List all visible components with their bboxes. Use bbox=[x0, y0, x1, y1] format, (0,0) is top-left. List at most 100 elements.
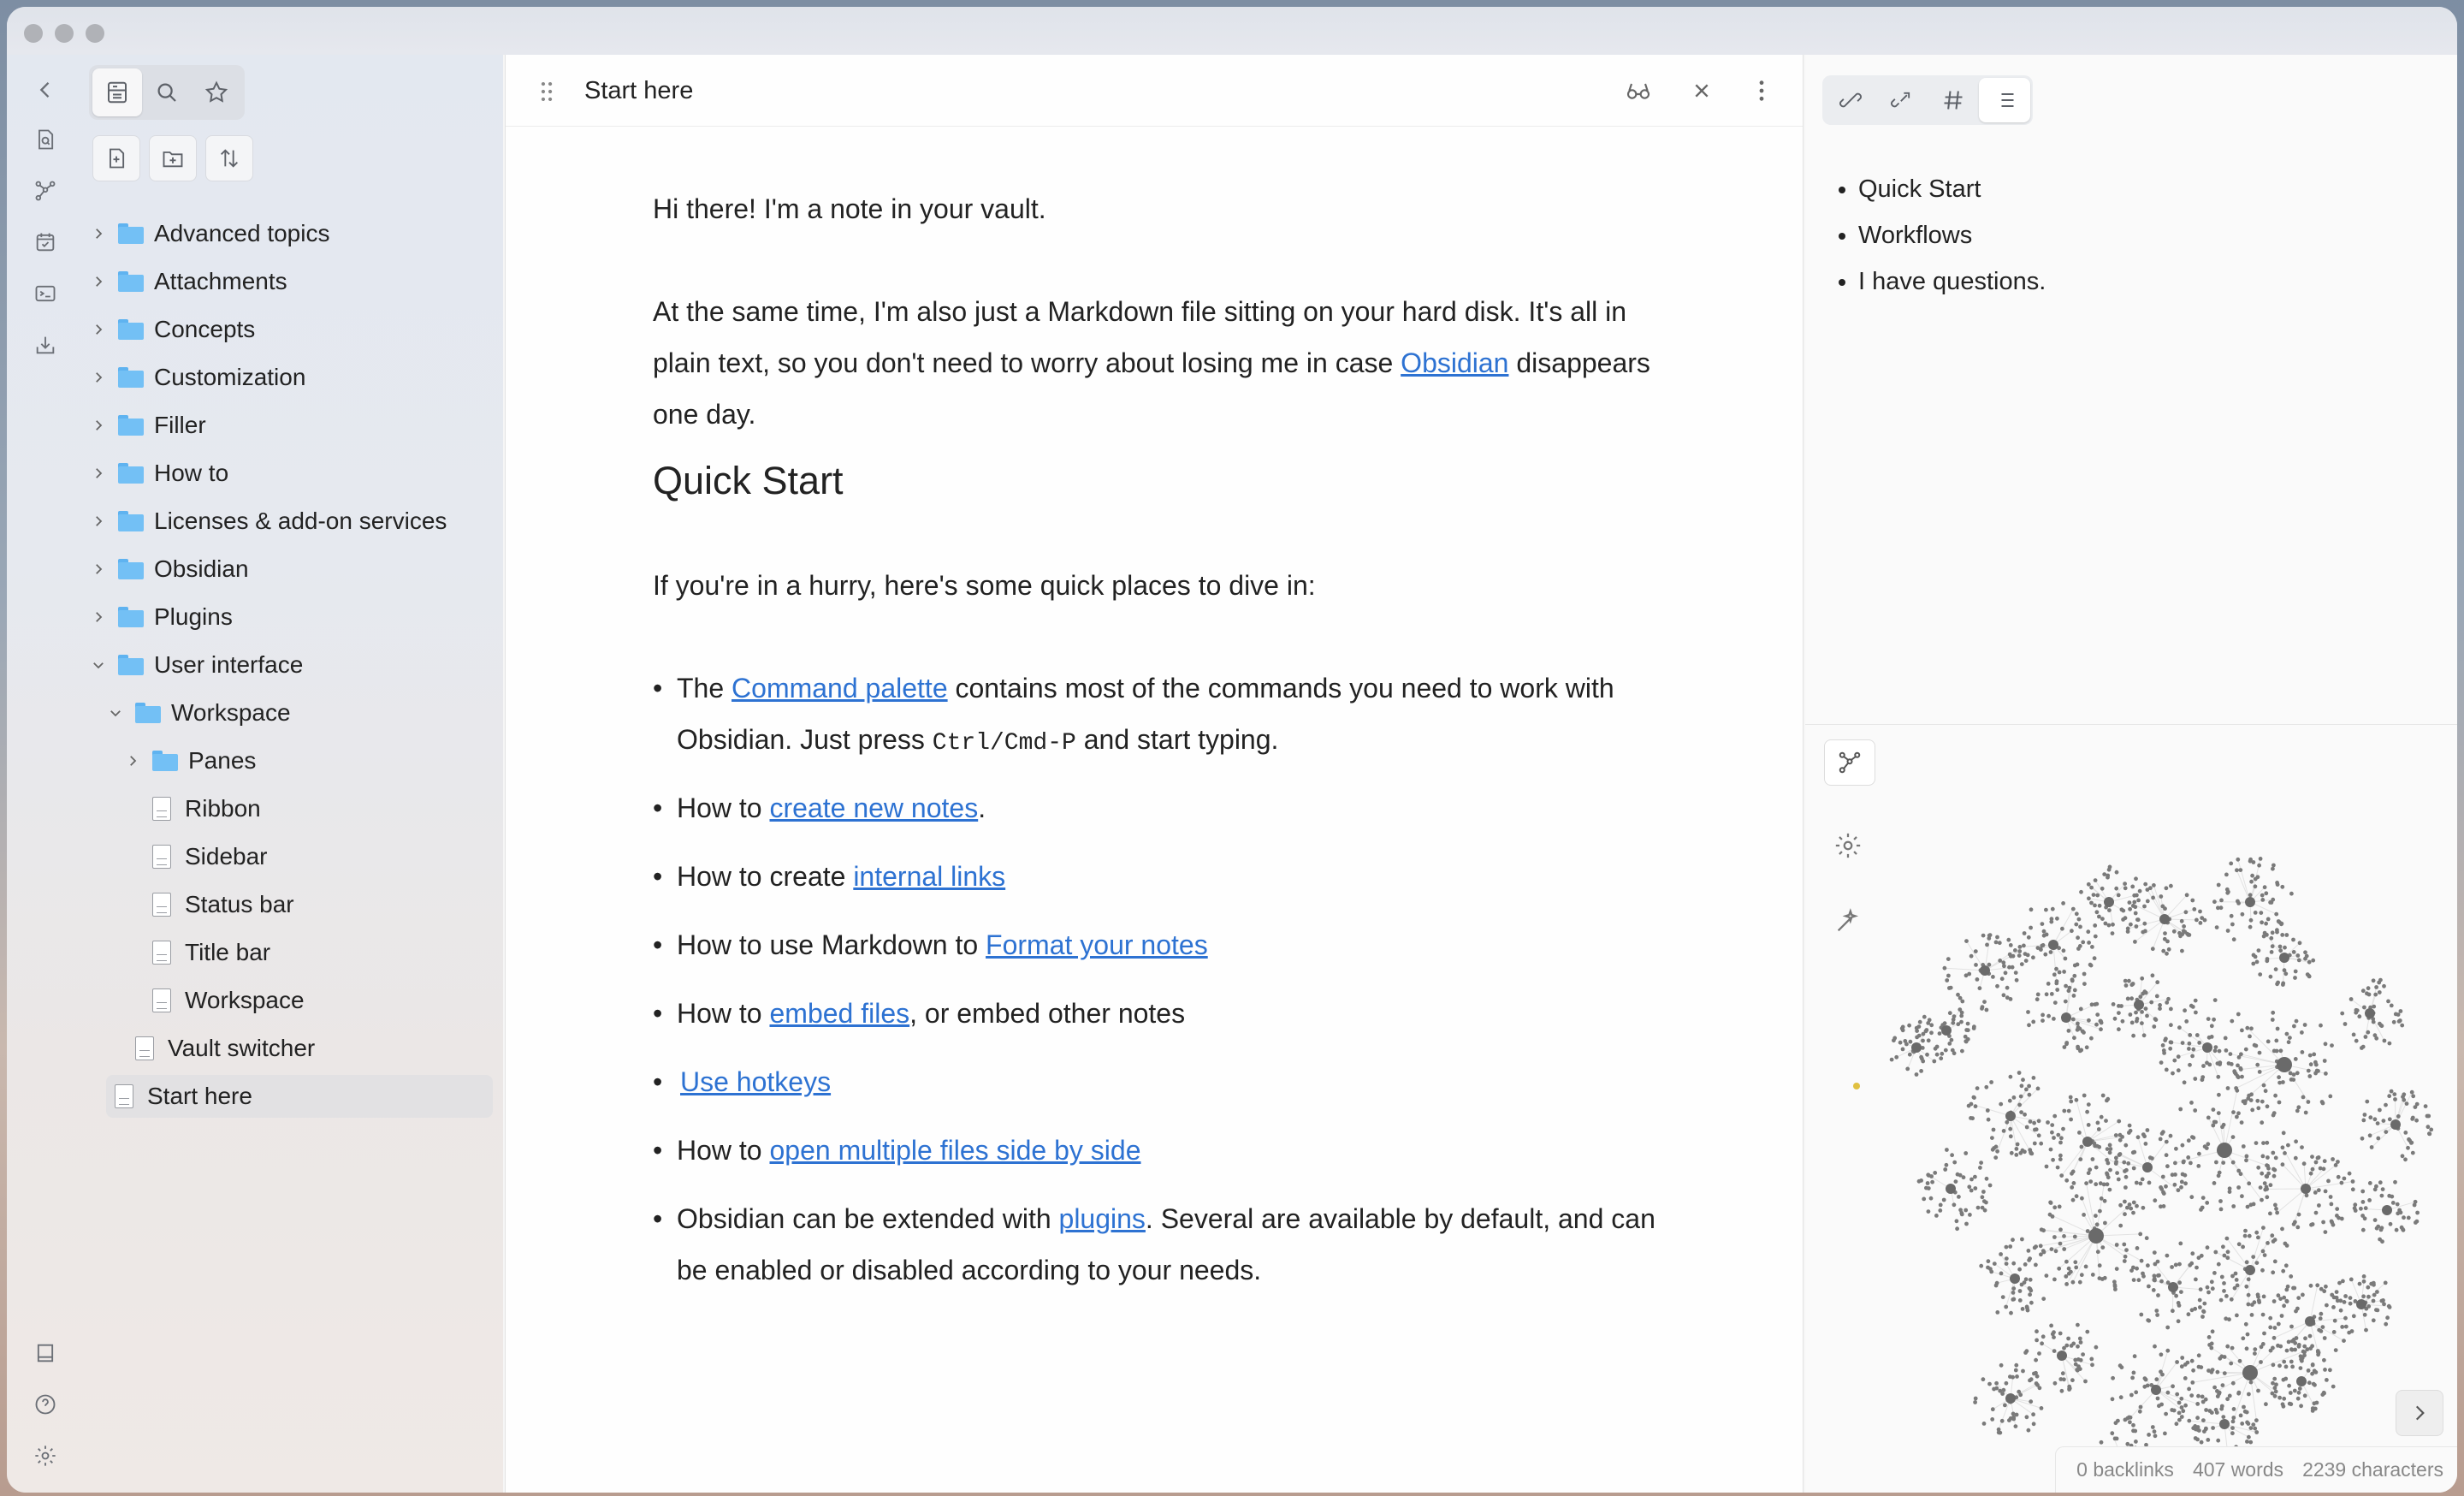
ribbon bbox=[7, 55, 82, 1493]
folder-icon bbox=[118, 319, 144, 340]
command-palette-link[interactable]: Command palette bbox=[732, 673, 948, 703]
app-window: Advanced topics Attachments Concepts Custom… bbox=[7, 7, 2457, 1493]
use-hotkeys-link[interactable]: Use hotkeys bbox=[680, 1066, 831, 1097]
outgoing-links-tab[interactable] bbox=[1876, 78, 1928, 122]
text: and start typing. bbox=[1075, 724, 1279, 755]
chevron-right-icon[interactable] bbox=[89, 512, 108, 531]
tree-folder[interactable]: Concepts bbox=[89, 308, 255, 351]
reading-view-icon[interactable] bbox=[1621, 74, 1656, 108]
tree-item-label: Filler bbox=[154, 412, 206, 438]
obsidian-link[interactable]: Obsidian bbox=[1401, 347, 1508, 378]
sort-order-button[interactable] bbox=[205, 135, 253, 181]
chevron-right-icon[interactable] bbox=[89, 416, 108, 435]
tree-folder[interactable]: Obsidian bbox=[89, 548, 249, 591]
command-palette-icon[interactable] bbox=[31, 279, 60, 308]
expand-graph-button[interactable] bbox=[2396, 1390, 2443, 1436]
tree-folder[interactable]: User interface bbox=[89, 644, 303, 686]
hash-icon bbox=[1944, 91, 1963, 110]
outline-item[interactable]: Workflows bbox=[1858, 212, 2046, 258]
embed-files-link[interactable]: embed files bbox=[769, 998, 909, 1029]
close-tab-icon[interactable] bbox=[1685, 74, 1719, 108]
chevron-right-icon[interactable] bbox=[89, 224, 108, 243]
file-icon bbox=[152, 845, 171, 869]
outgoing-links-icon bbox=[1891, 92, 1910, 108]
multiple-files-link[interactable]: open multiple files side by side bbox=[769, 1135, 1140, 1166]
new-folder-icon bbox=[163, 151, 183, 168]
chevron-right-icon[interactable] bbox=[89, 272, 108, 291]
chevron-right-icon[interactable] bbox=[89, 560, 108, 579]
collapse-left-icon[interactable] bbox=[31, 75, 60, 104]
tree-folder[interactable]: Workspace bbox=[106, 692, 291, 734]
new-folder-button[interactable] bbox=[149, 135, 197, 181]
note-title[interactable]: Start here bbox=[584, 77, 693, 105]
tree-folder[interactable]: Advanced topics bbox=[89, 212, 329, 255]
chevron-right-icon[interactable] bbox=[89, 608, 108, 626]
create-new-notes-link[interactable]: create new notes bbox=[769, 793, 978, 823]
folder-icon bbox=[118, 559, 144, 579]
close-window-button[interactable] bbox=[24, 24, 43, 43]
tree-folder[interactable]: Filler bbox=[89, 404, 206, 447]
tree-file[interactable]: Title bar bbox=[123, 931, 270, 974]
tree-file[interactable]: Start here bbox=[106, 1075, 493, 1118]
outline-item[interactable]: Quick Start bbox=[1858, 166, 2046, 212]
chevron-right-icon[interactable] bbox=[123, 751, 142, 770]
tree-item-label: Title bar bbox=[185, 939, 271, 965]
tree-folder[interactable]: Plugins bbox=[89, 596, 233, 638]
tags-tab[interactable] bbox=[1928, 78, 1979, 122]
list-item: How to open multiple files side by side bbox=[653, 1125, 1679, 1176]
more-options-icon[interactable] bbox=[1744, 74, 1779, 108]
tree-file[interactable]: Workspace bbox=[123, 979, 305, 1022]
tree-file[interactable]: Status bar bbox=[123, 883, 294, 926]
zoom-window-button[interactable] bbox=[86, 24, 104, 43]
tree-item-label: Ribbon bbox=[185, 795, 261, 822]
tree-file[interactable]: Ribbon bbox=[123, 787, 261, 830]
tree-folder[interactable]: How to bbox=[89, 452, 228, 495]
drag-handle-icon[interactable] bbox=[538, 80, 555, 103]
tree-folder[interactable]: Attachments bbox=[89, 260, 287, 303]
new-note-button[interactable] bbox=[92, 135, 140, 181]
import-icon[interactable] bbox=[31, 330, 60, 359]
bookmarks-tab[interactable] bbox=[192, 68, 241, 116]
chevron-right-icon[interactable] bbox=[89, 464, 108, 483]
backlinks-tab[interactable] bbox=[1825, 78, 1876, 122]
chevron-right-icon[interactable] bbox=[89, 320, 108, 339]
help-icon[interactable] bbox=[31, 1390, 60, 1419]
title-bar bbox=[7, 7, 2457, 55]
files-tab[interactable] bbox=[92, 68, 142, 116]
local-graph-canvas[interactable] bbox=[1805, 791, 2457, 1493]
chevron-down-icon[interactable] bbox=[106, 703, 125, 722]
left-sidebar-tabs bbox=[89, 65, 245, 120]
tree-folder[interactable]: Panes bbox=[123, 739, 256, 782]
outline-item[interactable]: I have questions. bbox=[1858, 258, 2046, 305]
vault-icon[interactable] bbox=[31, 1339, 60, 1368]
search-tab[interactable] bbox=[142, 68, 192, 116]
folder-icon bbox=[118, 607, 144, 627]
backlinks-count[interactable]: 0 backlinks bbox=[2076, 1458, 2174, 1481]
graph-view-icon[interactable] bbox=[31, 176, 60, 205]
tree-folder[interactable]: Licenses & add-on services bbox=[89, 500, 447, 543]
tree-folder[interactable]: Customization bbox=[89, 356, 305, 399]
right-sidebar-tabs bbox=[1822, 75, 2033, 125]
minimize-window-button[interactable] bbox=[55, 24, 74, 43]
settings-icon[interactable] bbox=[31, 1441, 60, 1470]
tree-item-label: Panes bbox=[188, 747, 257, 774]
search-icon bbox=[157, 83, 176, 102]
file-explorer-actions bbox=[92, 135, 253, 181]
open-quick-switcher-icon[interactable] bbox=[31, 125, 60, 154]
daily-note-icon[interactable] bbox=[31, 228, 60, 257]
plugins-link[interactable]: plugins bbox=[1059, 1203, 1146, 1234]
tree-item-label: Customization bbox=[154, 364, 306, 390]
tree-file[interactable]: Vault switcher bbox=[106, 1027, 315, 1070]
text: If you're in a hurry, here's some quick … bbox=[653, 570, 1316, 601]
format-your-notes-link[interactable]: Format your notes bbox=[986, 929, 1208, 960]
tree-file[interactable]: Sidebar bbox=[123, 835, 268, 878]
tree-item-label: Advanced topics bbox=[154, 220, 330, 246]
local-graph-button[interactable] bbox=[1824, 739, 1875, 786]
outline-tab[interactable] bbox=[1979, 78, 2030, 122]
chevron-right-icon[interactable] bbox=[89, 368, 108, 387]
chevron-down-icon[interactable] bbox=[89, 656, 108, 674]
list-item: Use hotkeys bbox=[653, 1056, 1679, 1107]
divider bbox=[1805, 724, 2457, 725]
internal-links-link[interactable]: internal links bbox=[853, 861, 1005, 892]
text: How to use Markdown to bbox=[677, 929, 986, 960]
